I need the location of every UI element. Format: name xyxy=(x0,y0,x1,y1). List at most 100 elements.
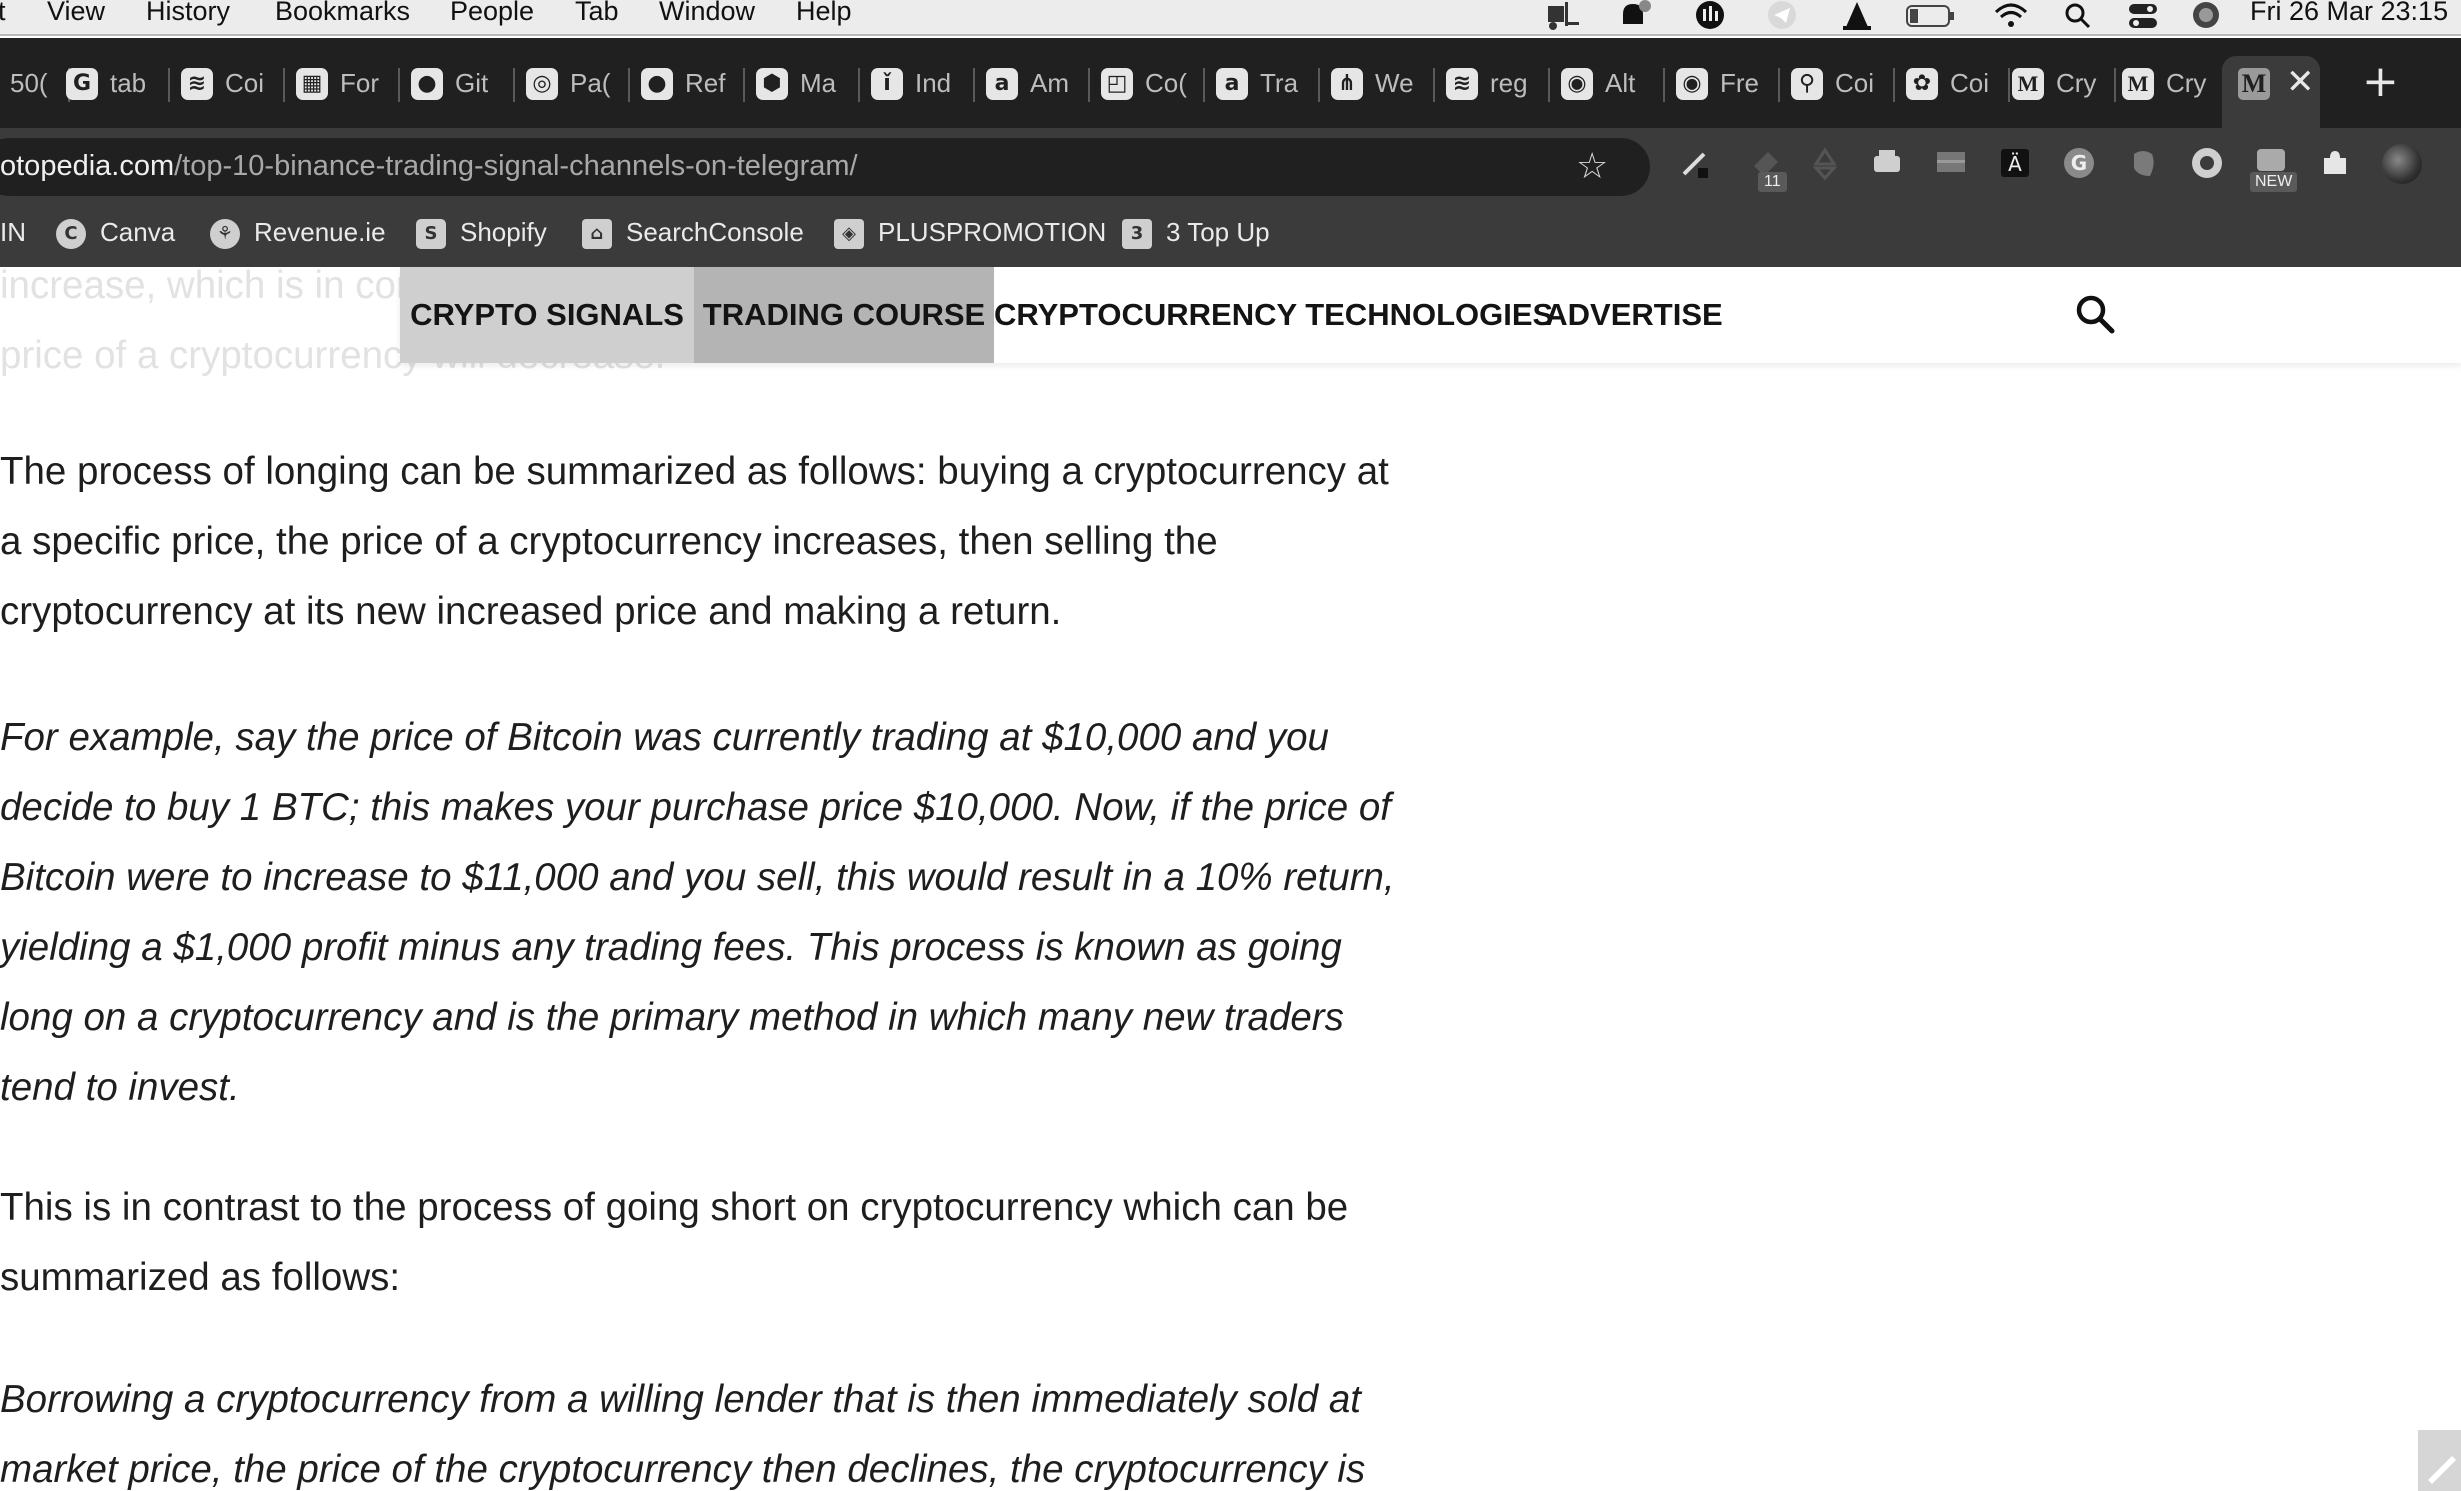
menu-item-history[interactable]: History xyxy=(146,0,230,27)
tab[interactable]: a Am xyxy=(980,56,1090,112)
extension-count-badge: 11 xyxy=(1758,172,1787,192)
grammarly-icon[interactable]: G xyxy=(2062,146,2096,180)
address-bar[interactable]: otopedia.com/top-10-binance-trading-sign… xyxy=(0,138,1650,196)
tab[interactable]: ǐ Ind xyxy=(865,56,975,112)
tab-favicon-icon: ⬢ xyxy=(756,68,788,100)
tab-title: Tra xyxy=(1260,68,1299,98)
tab-title: Coi xyxy=(1950,68,1990,98)
menubar-clock[interactable]: Fri 26 Mar 23:15 xyxy=(2250,0,2448,27)
profile-avatar[interactable] xyxy=(2382,144,2422,184)
browser-toolbar: otopedia.com/top-10-binance-trading-sign… xyxy=(0,128,2461,203)
bookmark-star-icon[interactable]: ☆ xyxy=(1576,146,1608,187)
tab[interactable]: ▦ For xyxy=(290,56,400,112)
web-page-content: increase, which is in contrast to people… xyxy=(0,267,2461,1491)
tab[interactable]: ◉ Fre xyxy=(1670,56,1780,112)
forklift-icon[interactable] xyxy=(1545,0,1581,30)
tab[interactable]: a Tra xyxy=(1210,56,1320,112)
tab[interactable]: ◉ Alt xyxy=(1555,56,1665,112)
menu-item-bookmarks[interactable]: Bookmarks xyxy=(275,0,410,27)
evernote-icon[interactable] xyxy=(2126,146,2160,180)
tab-divider xyxy=(1663,68,1665,102)
tab[interactable]: ⬢ Ma xyxy=(750,56,860,112)
notification-bell-icon[interactable] xyxy=(1617,0,1653,30)
tab-favicon-icon: G xyxy=(66,68,98,100)
scroll-to-top-button[interactable] xyxy=(2418,1430,2461,1491)
tab[interactable]: Gtab xyxy=(60,56,170,112)
amazon-icon: a xyxy=(1216,68,1248,100)
tab[interactable]: ● Git xyxy=(405,56,515,112)
shopify-bag-icon: S xyxy=(416,219,446,249)
screen-extension-icon[interactable] xyxy=(1934,146,1968,180)
bookmark-label: SearchConsole xyxy=(626,217,804,247)
tab-title: Ma xyxy=(800,68,837,98)
tab-divider xyxy=(513,68,515,102)
url-text[interactable]: otopedia.com/top-10-binance-trading-sign… xyxy=(0,150,858,183)
search-icon[interactable] xyxy=(2070,289,2122,341)
site-navigation-bar: CRYPTO SIGNALS TRADING COURSE CRYPTOCURR… xyxy=(400,267,2461,363)
search-console-icon: ⌂ xyxy=(582,219,612,249)
tab-title: Coi xyxy=(1835,68,1875,98)
nav-trading-course[interactable]: TRADING COURSE xyxy=(694,267,994,363)
tab-divider xyxy=(973,68,975,102)
stats-icon[interactable] xyxy=(1694,0,1728,30)
close-tab-icon[interactable]: ✕ xyxy=(2286,62,2315,102)
tab-divider xyxy=(1203,68,1205,102)
tab-divider xyxy=(1088,68,1090,102)
printer-extension-icon[interactable] xyxy=(1870,146,1904,180)
harp-icon: ⚘ xyxy=(210,219,240,249)
tab-divider xyxy=(283,68,285,102)
record-extension-icon[interactable] xyxy=(2190,146,2224,180)
tab-divider xyxy=(398,68,400,102)
tab[interactable]: ⚲ Coi xyxy=(1785,56,1895,112)
extensions-puzzle-icon[interactable] xyxy=(2318,146,2352,180)
active-tab[interactable]: M ✕ xyxy=(2222,56,2320,128)
menu-item-tab[interactable]: Tab xyxy=(575,0,619,27)
menu-item-window[interactable]: Window xyxy=(659,0,755,27)
translate-extension-icon[interactable]: Ä xyxy=(1998,146,2032,180)
tab[interactable]: ◎ Pa( xyxy=(520,56,630,112)
recycle-extension-icon[interactable] xyxy=(1808,146,1842,180)
nav-crypto-signals[interactable]: CRYPTO SIGNALS xyxy=(400,267,694,363)
menu-item-edit[interactable]: t xyxy=(0,0,6,27)
tab-favicon-icon: ≋ xyxy=(1446,68,1478,100)
menu-item-view[interactable]: View xyxy=(47,0,105,27)
tab-title: We xyxy=(1375,68,1414,98)
browser-tab-strip: ◐50( Gtab ≋Coi ▦For ●Git ◎Pa( ●Ref ⬢Ma ǐ… xyxy=(0,38,2461,128)
tab-favicon-icon: ◰ xyxy=(1101,68,1133,100)
bookmark-label: Revenue.ie xyxy=(254,217,386,247)
nav-advertise[interactable]: ADVERTISE xyxy=(1534,267,1734,363)
menu-item-help[interactable]: Help xyxy=(796,0,852,27)
vlc-cone-icon[interactable] xyxy=(1840,0,1874,30)
tab-favicon-icon: ◎ xyxy=(526,68,558,100)
menu-item-people[interactable]: People xyxy=(450,0,534,27)
article-paragraph: The process of longing can be summarized… xyxy=(0,450,1389,633)
bookmark-label: IN xyxy=(0,217,26,247)
control-center-icon[interactable] xyxy=(2126,0,2160,30)
wifi-icon[interactable] xyxy=(1993,0,2029,30)
tab[interactable]: ◰ Co( xyxy=(1095,56,1205,112)
new-tab-button[interactable]: + xyxy=(2362,56,2399,107)
tab[interactable]: ● Ref xyxy=(635,56,745,112)
tab-title: Co( xyxy=(1145,68,1187,98)
tab[interactable]: M Cry xyxy=(2116,56,2226,112)
telegram-icon[interactable] xyxy=(1766,0,1800,30)
tab-title: Alt xyxy=(1605,68,1636,98)
spotlight-search-icon[interactable] xyxy=(2062,0,2094,30)
nav-cryptocurrency-technologies[interactable]: CRYPTOCURRENCY TECHNOLOGIES xyxy=(994,267,1553,363)
tab[interactable]: ⋔ We xyxy=(1325,56,1435,112)
tab-favicon-icon: ⋔ xyxy=(1331,68,1363,100)
tab[interactable]: M Cry xyxy=(2006,56,2116,112)
tab-title: Cry xyxy=(2166,68,2207,98)
tab[interactable]: ≋ Coi xyxy=(175,56,285,112)
svg-text:G: G xyxy=(2071,151,2087,175)
tab-favicon-icon: ◉ xyxy=(1561,68,1593,100)
tab-favicon-icon: ⚲ xyxy=(1791,68,1823,100)
siri-icon[interactable] xyxy=(2190,0,2224,30)
tab[interactable]: ✿ Coi xyxy=(1900,56,2010,112)
tab[interactable]: ≋ reg xyxy=(1440,56,1550,112)
url-host: otopedia.com xyxy=(0,150,175,182)
tab-divider xyxy=(1778,68,1780,102)
article-paragraph: This is in contrast to the process of go… xyxy=(0,1186,1349,1299)
tab-favicon-icon: ▦ xyxy=(296,68,328,100)
pen-extension-icon[interactable] xyxy=(1678,146,1712,180)
